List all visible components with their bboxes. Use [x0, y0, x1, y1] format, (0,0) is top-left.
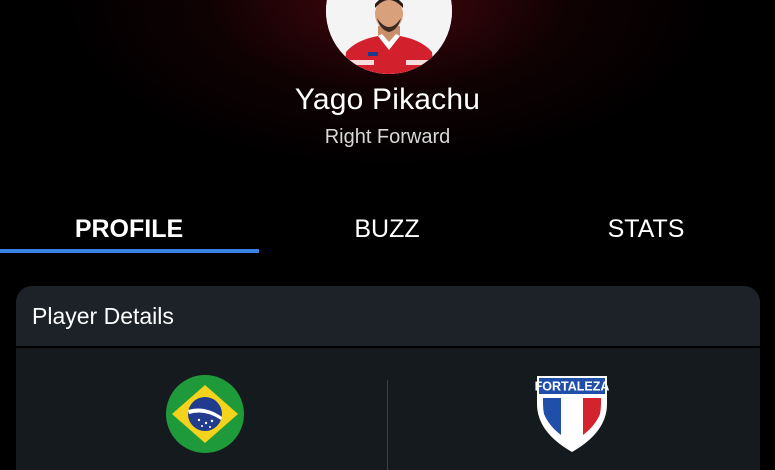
player-header: Yago Pikachu Right Forward: [0, 0, 775, 200]
active-tab-indicator: [0, 249, 259, 253]
player-photo-icon: [326, 0, 452, 74]
player-name: Yago Pikachu: [294, 83, 481, 116]
profile-tabs: PROFILE BUZZ STATS: [0, 200, 775, 254]
player-details-card: Player Details FORTALEZA: [16, 286, 760, 470]
player-position: Right Forward: [324, 126, 451, 148]
player-profile-screen: Yago Pikachu Right Forward PROFILE BUZZ …: [0, 0, 775, 470]
player-details-title: Player Details: [32, 303, 174, 329]
tab-stats[interactable]: STATS: [517, 200, 775, 254]
fortaleza-badge-icon[interactable]: FORTALEZA: [533, 374, 611, 454]
tab-buzz[interactable]: BUZZ: [258, 200, 516, 254]
player-details-body: FORTALEZA: [16, 348, 760, 470]
brazil-flag-icon[interactable]: [166, 375, 244, 453]
tab-profile[interactable]: PROFILE: [0, 200, 258, 254]
club-badge-text: FORTALEZA: [535, 380, 610, 394]
column-divider: [387, 380, 388, 470]
player-avatar: [326, 0, 452, 74]
